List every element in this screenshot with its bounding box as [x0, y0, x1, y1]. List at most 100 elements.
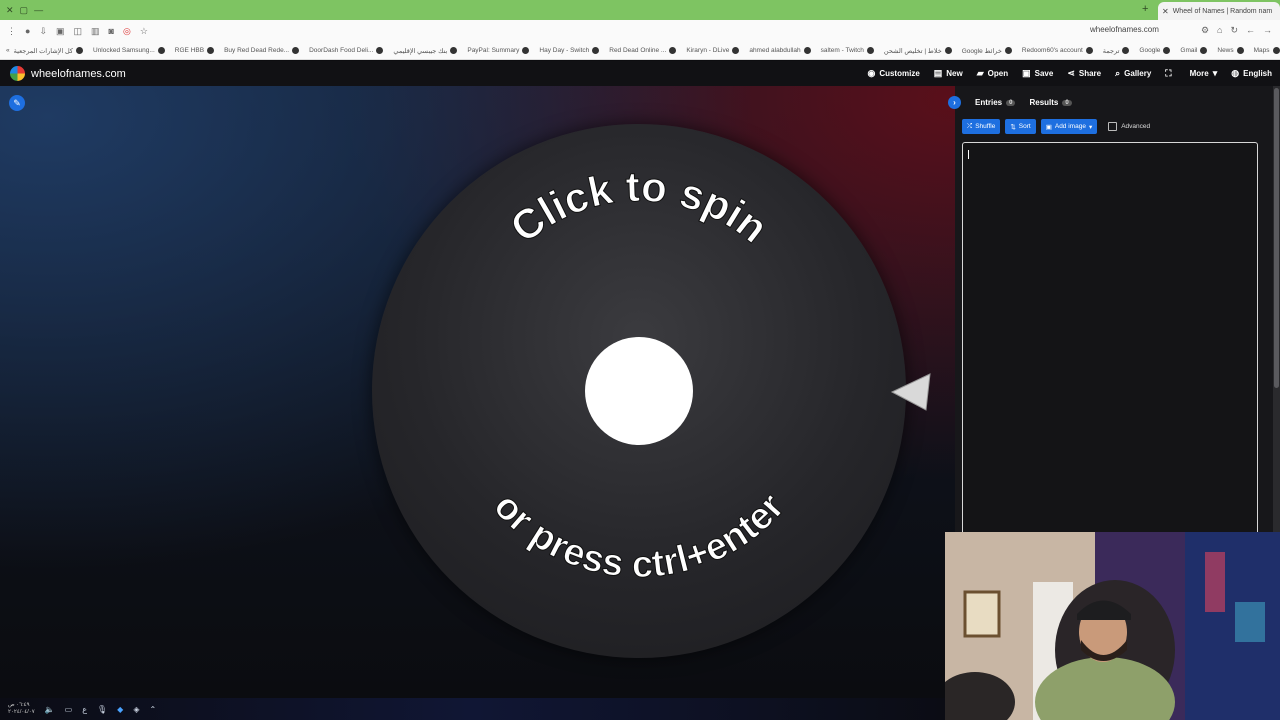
- press-ctrl-enter-label[interactable]: or press ctrl+enter: [485, 485, 793, 587]
- bookmark-favicon-icon: [944, 47, 952, 54]
- nav-fullscreen-button[interactable]: ⛶: [1165, 68, 1175, 79]
- click-to-spin-label[interactable]: Click to spin: [501, 162, 777, 252]
- downloads-icon[interactable]: ⇩: [39, 26, 47, 37]
- bookmark-label: News: [1217, 47, 1234, 54]
- microphone-icon[interactable]: 🎙: [97, 705, 107, 714]
- bookmark-item[interactable]: Maps: [1254, 47, 1280, 54]
- bookmark-label: DoorDash Food Deli...: [309, 47, 374, 54]
- screenshot-icon[interactable]: ▣: [56, 26, 65, 37]
- restore-window-icon[interactable]: ▢: [20, 5, 29, 16]
- site-logo[interactable]: wheelofnames.com: [0, 66, 126, 81]
- collapse-panel-icon[interactable]: ›: [948, 96, 961, 109]
- language-indicator[interactable]: ع: [82, 705, 87, 714]
- url-field[interactable]: wheelofnames.com: [1090, 25, 1159, 34]
- nav-open-button[interactable]: ▰ Open: [977, 68, 1008, 79]
- bookmark-item[interactable]: saltem - Twitch: [821, 47, 874, 54]
- app-tray-icon[interactable]: ◆: [117, 705, 123, 714]
- bookmark-item[interactable]: Hay Day - Switch: [539, 47, 600, 54]
- bookmark-favicon-icon: [522, 47, 530, 54]
- bookmark-favicon-icon: [1085, 47, 1093, 54]
- bookmark-label: Unlocked Samsung...: [93, 47, 155, 54]
- bookmark-label: Kiraryn - DLive: [686, 47, 730, 54]
- nav-label: More: [1189, 69, 1209, 78]
- home-icon[interactable]: ⌂: [1217, 25, 1222, 36]
- sort-button[interactable]: ⇅ Sort: [1005, 119, 1036, 134]
- bookmark-item[interactable]: PayPal: Summary: [467, 47, 530, 54]
- bookmark-item[interactable]: Buy Red Dead Rede...: [224, 47, 300, 54]
- site-settings-icon[interactable]: ⚙: [1201, 25, 1209, 36]
- bookmark-label: Maps: [1253, 47, 1270, 54]
- header-nav: ◉ Customize ▤ New ▰ Open ▣ Save ⋖ Share ⌕ Gallery ⛶ M…: [867, 61, 1272, 86]
- bookmark-favicon-icon: [1163, 47, 1171, 54]
- menu-icon[interactable]: ⋮: [7, 26, 16, 37]
- edit-pencil-icon[interactable]: ✎: [9, 95, 25, 111]
- bookmark-item[interactable]: Red Dead Online ...: [609, 47, 677, 54]
- bookmark-item[interactable]: Google خرائط: [962, 47, 1012, 55]
- shuffle-button[interactable]: ⤮ Shuffle: [962, 119, 1001, 134]
- bookmark-item[interactable]: Kiraryn - DLive: [686, 47, 740, 54]
- sort-label: Sort: [1018, 123, 1031, 130]
- twitch-ext-icon[interactable]: ▥: [91, 26, 100, 37]
- bookmark-item[interactable]: News: [1217, 47, 1244, 54]
- reload-icon[interactable]: ↻: [1230, 25, 1238, 36]
- advanced-toggle[interactable]: Advanced: [1108, 122, 1150, 131]
- entries-toolbar: ⤮ Shuffle ⇅ Sort ▣ Add image ▾ Advanced: [962, 119, 1150, 134]
- bookmark-item[interactable]: Google: [1139, 47, 1171, 54]
- bookmark-label: Hay Day - Switch: [539, 47, 590, 54]
- nav-save-button[interactable]: ▣ Save: [1022, 68, 1053, 79]
- bookmark-item[interactable]: DoorDash Food Deli...: [309, 47, 384, 54]
- entries-textarea[interactable]: [962, 142, 1258, 544]
- bookmark-item[interactable]: ترجمة: [1103, 47, 1130, 55]
- profile-icon[interactable]: ●: [25, 26, 30, 37]
- star-icon[interactable]: ☆: [140, 26, 148, 37]
- extension-icon[interactable]: ◫: [74, 26, 83, 37]
- bookmark-favicon-icon: [803, 47, 811, 54]
- nav-label: Open: [987, 69, 1009, 78]
- os-taskbar: ٠٦:٤٩ ص ٢٠٢٤/٠٤/٠٧ 🔈 ▭ ع 🎙 ◆ ◈ ⌃: [0, 698, 945, 720]
- bookmark-item[interactable]: Redoom60's account: [1022, 47, 1093, 54]
- bookmark-item[interactable]: خلاط | تخليص الشحن: [884, 47, 952, 55]
- bookmarks-overflow-icon[interactable]: «: [6, 47, 10, 54]
- close-window-icon[interactable]: ✕: [6, 5, 14, 16]
- window-controls: ✕ ▢ —: [0, 5, 43, 16]
- tray-overflow-icon[interactable]: ⌃: [149, 705, 156, 714]
- volume-icon[interactable]: 🔈: [45, 705, 55, 714]
- nav-gallery-button[interactable]: ⌕ Gallery: [1115, 68, 1151, 79]
- opera-icon[interactable]: ◎: [123, 26, 131, 37]
- streamer-webcam-image: [945, 532, 1280, 720]
- bookmark-label: خلاط | تخليص الشحن: [883, 47, 942, 55]
- bookmark-item[interactable]: بنك جيبسي الإقليمي: [393, 47, 458, 55]
- tab-results[interactable]: Results 0: [1029, 98, 1072, 107]
- nav-english-button[interactable]: ◍ English: [1231, 68, 1272, 79]
- nav-new-button[interactable]: ▤ New: [934, 68, 963, 79]
- bookmark-favicon-icon: [592, 47, 600, 54]
- ext-icon[interactable]: ◙: [109, 26, 114, 37]
- bookmark-item[interactable]: RGE HBB: [175, 47, 215, 54]
- nav-share-button[interactable]: ⋖ Share: [1067, 68, 1101, 79]
- nav-label: English: [1243, 69, 1272, 78]
- bookmark-item[interactable]: Gmail: [1180, 47, 1208, 54]
- globe-icon: ◍: [1231, 68, 1240, 78]
- advanced-checkbox[interactable]: [1108, 122, 1118, 131]
- browser-tab[interactable]: ✕ Wheel of Names | Random nam: [1158, 2, 1280, 20]
- network-icon[interactable]: ▭: [65, 705, 73, 714]
- bookmark-item[interactable]: Unlocked Samsung...: [93, 47, 165, 54]
- app-tray-icon-2[interactable]: ◈: [133, 705, 139, 714]
- chevron-down-icon: ▾: [1212, 68, 1218, 78]
- add-image-button[interactable]: ▣ Add image ▾: [1040, 119, 1098, 134]
- minimize-window-icon[interactable]: —: [34, 5, 43, 16]
- nav-customize-button[interactable]: ◉ Customize: [867, 68, 919, 79]
- bookmark-item[interactable]: ahmed alabdullah: [749, 47, 811, 54]
- tab-close-icon[interactable]: ✕: [1162, 7, 1169, 16]
- forward-icon[interactable]: →: [1263, 25, 1272, 36]
- bookmark-favicon-icon: [1122, 47, 1130, 54]
- taskbar-clock[interactable]: ٠٦:٤٩ ص ٢٠٢٤/٠٤/٠٧: [8, 702, 35, 716]
- new-tab-icon[interactable]: +: [1142, 3, 1148, 15]
- address-bar: ⋮ ● ⇩ ▣ ◫ ▥ ◙ ◎ ☆ wheelofnames.com ⚙ ⌂ ↻…: [0, 20, 1280, 42]
- back-icon[interactable]: ←: [1246, 25, 1255, 36]
- bookmark-item[interactable]: كل الإشارات المرجعية: [14, 47, 83, 55]
- wheel-center-hub[interactable]: [585, 337, 693, 445]
- chevron-down-icon: ▾: [1088, 123, 1093, 131]
- nav-more-button[interactable]: More ▾: [1190, 68, 1218, 79]
- tab-entries[interactable]: Entries 0: [975, 98, 1016, 107]
